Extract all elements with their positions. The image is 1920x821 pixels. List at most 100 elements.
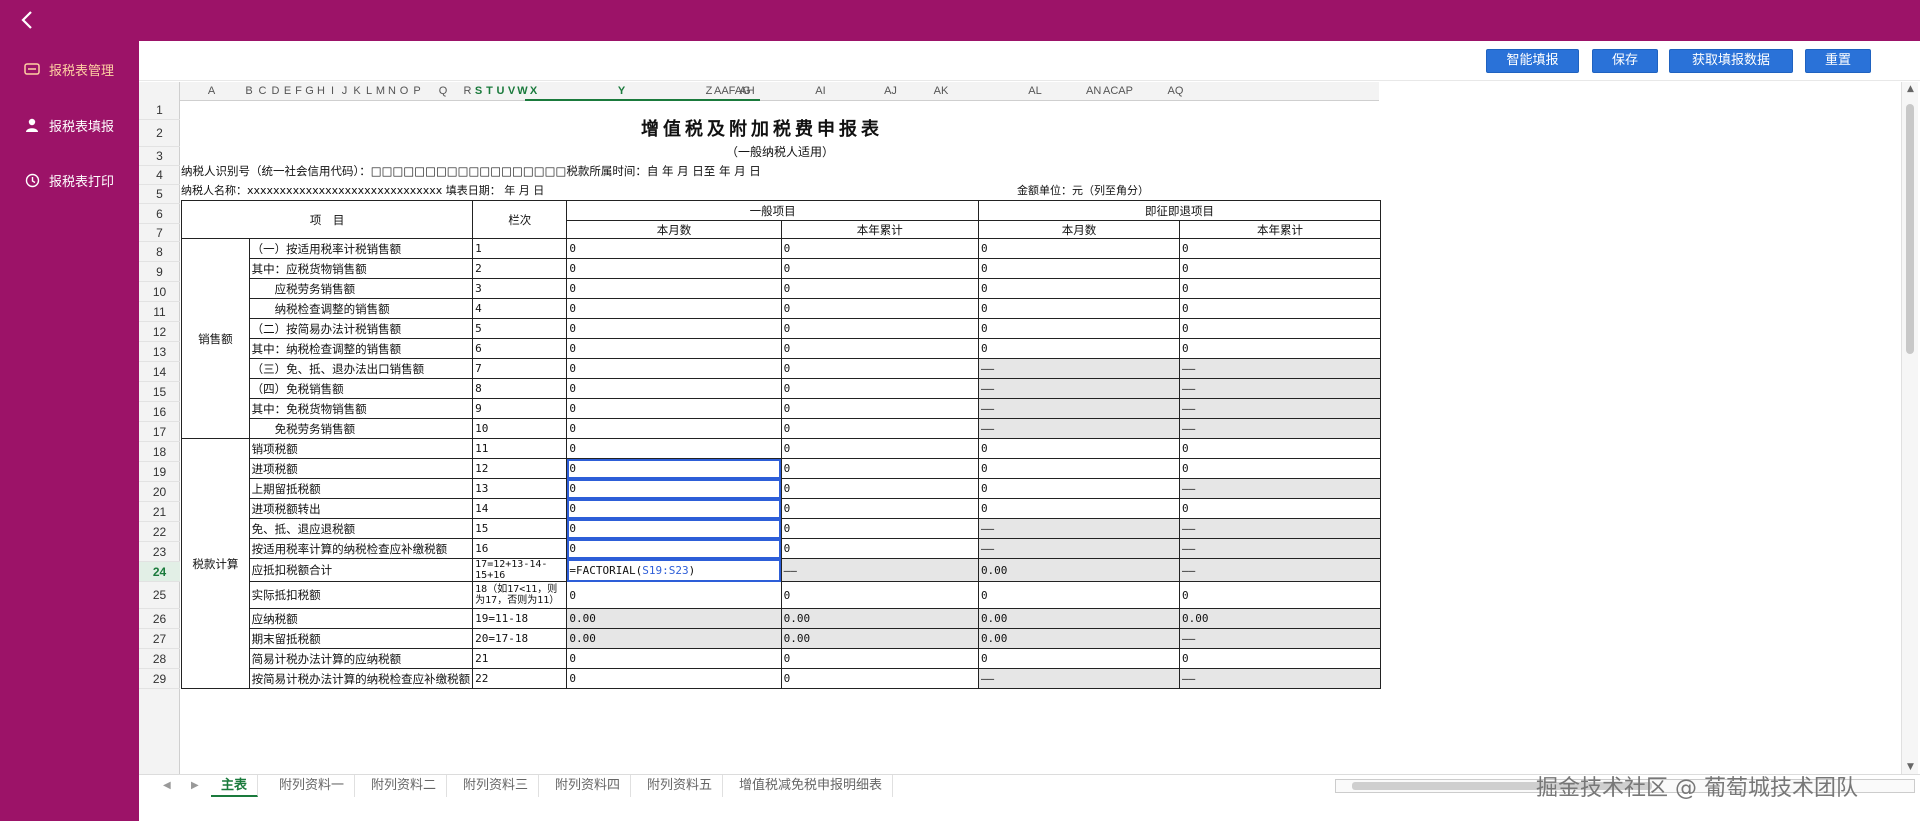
sheet-tab[interactable]: 附列资料四 (545, 775, 632, 797)
value-cell[interactable]: 0 (566, 581, 782, 609)
value-cell[interactable]: 0 (566, 438, 782, 459)
row-header[interactable]: 12 (139, 322, 180, 342)
value-cell[interactable]: 0 (1178, 648, 1382, 669)
column-header[interactable]: AQ (1136, 82, 1215, 101)
row-header[interactable]: 15 (139, 382, 180, 402)
value-cell[interactable]: 0 (566, 298, 782, 319)
tab-next-icon[interactable]: ▶ (191, 775, 199, 797)
value-cell[interactable]: 0 (566, 258, 782, 279)
row-header[interactable]: 7 (139, 224, 180, 242)
value-cell[interactable]: 0 (1178, 278, 1382, 299)
value-cell[interactable]: —— (977, 668, 1180, 689)
column-header[interactable]: D (269, 82, 282, 101)
column-header[interactable]: ACAP (1100, 82, 1136, 101)
value-cell[interactable]: 0.00 (977, 628, 1180, 649)
value-cell[interactable]: —— (1178, 418, 1382, 439)
value-cell[interactable]: —— (1178, 378, 1382, 399)
value-cell[interactable]: 0 (1178, 318, 1382, 339)
row-header[interactable]: 2 (139, 120, 180, 147)
value-cell[interactable]: —— (977, 538, 1180, 559)
column-header[interactable]: J (338, 82, 351, 101)
smart-fill-button[interactable]: 智能填报 (1486, 49, 1579, 73)
row-header[interactable]: 23 (139, 542, 180, 562)
value-cell[interactable]: —— (977, 398, 1180, 419)
row-header[interactable]: 10 (139, 282, 180, 302)
value-cell[interactable]: 0 (780, 258, 979, 279)
row-header[interactable]: 5 (139, 185, 180, 204)
value-cell[interactable]: 0 (566, 648, 782, 669)
fetch-data-button[interactable]: 获取填报数据 (1669, 49, 1793, 73)
value-cell[interactable]: 0 (780, 438, 979, 459)
row-header[interactable]: 9 (139, 262, 180, 282)
column-header[interactable]: AI (758, 82, 883, 101)
value-cell[interactable]: —— (1178, 538, 1382, 559)
value-cell[interactable]: 0 (977, 278, 1180, 299)
value-cell[interactable]: —— (1178, 358, 1382, 379)
value-cell[interactable]: 0 (566, 398, 782, 419)
value-cell[interactable]: —— (1178, 558, 1382, 582)
row-header[interactable]: 6 (139, 204, 180, 224)
value-cell[interactable]: 0 (566, 418, 782, 439)
row-header[interactable]: 11 (139, 302, 180, 322)
value-cell[interactable]: 0 (566, 338, 782, 359)
column-header[interactable]: E (282, 82, 293, 101)
value-cell[interactable]: 0 (977, 338, 1180, 359)
column-header[interactable]: A (181, 82, 242, 101)
value-cell[interactable]: 0.00 (566, 608, 782, 629)
value-cell[interactable]: —— (1178, 478, 1382, 499)
sheet-tab[interactable]: 附列资料三 (453, 775, 540, 797)
value-cell[interactable]: —— (977, 358, 1180, 379)
value-cell[interactable]: 0 (780, 478, 979, 499)
value-cell[interactable]: 0 (566, 458, 782, 479)
column-header[interactable]: AN (1086, 82, 1101, 101)
value-cell[interactable]: 0 (1178, 238, 1382, 259)
value-cell[interactable]: 0 (780, 498, 979, 519)
value-cell[interactable]: 0 (780, 518, 979, 539)
column-header[interactable]: T (484, 82, 495, 101)
value-cell[interactable]: —— (977, 518, 1180, 539)
value-cell[interactable]: 0 (780, 318, 979, 339)
value-cell[interactable]: 0 (780, 648, 979, 669)
value-cell[interactable]: 0 (1178, 258, 1382, 279)
row-header[interactable]: 22 (139, 522, 180, 542)
value-cell[interactable]: 0 (780, 238, 979, 259)
sidebar-item-manage[interactable]: 报税表管理 (0, 52, 139, 86)
formula-edit-cell[interactable]: =FACTORIAL(S19:S23) (566, 558, 782, 582)
reset-button[interactable]: 重置 (1805, 49, 1871, 73)
value-cell[interactable]: 0.00 (780, 608, 979, 629)
value-cell[interactable]: 0 (566, 278, 782, 299)
value-cell[interactable]: 0 (977, 438, 1180, 459)
value-cell[interactable]: 0 (1178, 438, 1382, 459)
value-cell[interactable]: 0 (1178, 298, 1382, 319)
row-header[interactable]: 16 (139, 402, 180, 422)
value-cell[interactable]: 0.00 (1178, 608, 1382, 629)
value-cell[interactable]: 0 (780, 418, 979, 439)
column-header[interactable]: L (363, 82, 375, 101)
value-cell[interactable]: 0 (1178, 581, 1382, 609)
value-cell[interactable]: 0 (780, 538, 979, 559)
row-header[interactable]: 27 (139, 629, 180, 649)
value-cell[interactable]: —— (977, 418, 1180, 439)
value-cell[interactable]: 0 (977, 478, 1180, 499)
value-cell[interactable]: 0 (977, 318, 1180, 339)
value-cell[interactable]: 0.00 (977, 608, 1180, 629)
column-header[interactable]: F (293, 82, 304, 101)
column-header[interactable]: H (315, 82, 327, 101)
column-header[interactable]: M (375, 82, 386, 101)
value-cell[interactable]: 0 (1178, 458, 1382, 479)
column-header[interactable]: Q (424, 82, 462, 101)
select-all-corner[interactable] (139, 82, 180, 101)
value-cell[interactable]: 0 (780, 358, 979, 379)
row-header[interactable]: 17 (139, 422, 180, 442)
row-header[interactable]: 18 (139, 442, 180, 462)
value-cell[interactable]: —— (1178, 628, 1382, 649)
value-cell[interactable]: 0.00 (977, 558, 1180, 582)
value-cell[interactable]: 0 (780, 378, 979, 399)
column-header[interactable]: O (398, 82, 410, 101)
row-header[interactable]: 14 (139, 362, 180, 382)
save-button[interactable]: 保存 (1592, 49, 1658, 73)
value-cell[interactable]: 0 (780, 668, 979, 689)
value-cell[interactable]: 0 (780, 338, 979, 359)
value-cell[interactable]: 0 (566, 538, 782, 559)
column-header[interactable]: C (256, 82, 269, 101)
